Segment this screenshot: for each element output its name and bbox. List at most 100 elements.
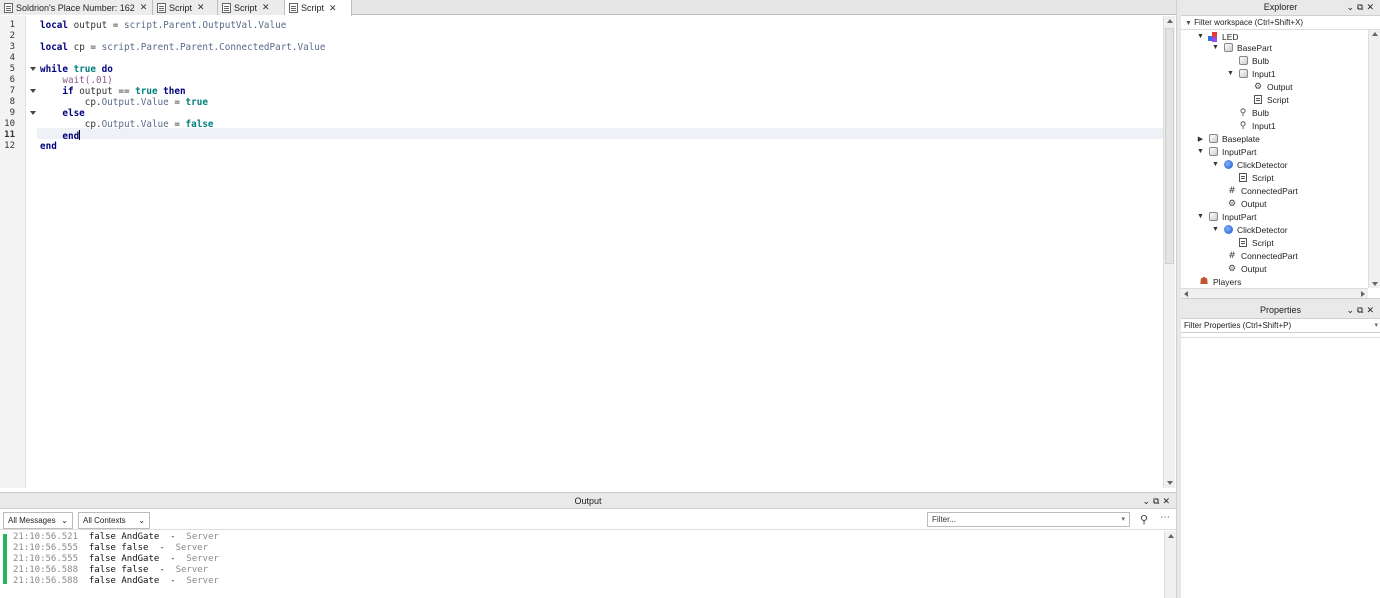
scroll-up-icon[interactable] [1372,32,1378,36]
text-cursor [79,130,81,140]
script-editor[interactable]: 1 2 3 4 5 6 7 8 9 10 11 12 local output … [0,16,1176,488]
filter-placeholder: Filter... [932,515,957,524]
close-icon[interactable]: ✕ [329,3,337,14]
tree-item-baseplate[interactable]: ▶ Baseplate [1197,132,1260,145]
contexts-filter-dropdown[interactable]: All Contexts ⌄ [78,512,150,529]
filter-placeholder: Filter workspace (Ctrl+Shift+X) [1194,18,1304,27]
tab-script-2[interactable]: Script ✕ [218,0,285,15]
close-icon[interactable]: ✕ [262,2,270,13]
close-icon[interactable]: ✕ [1162,496,1173,506]
tree-item-weld-bulb[interactable]: ⚲ Bulb [1238,106,1269,119]
code-line: if output == true then [62,86,186,97]
part-icon [1223,43,1233,53]
explorer-vertical-scrollbar[interactable] [1368,30,1380,288]
tab-script-1[interactable]: Script ✕ [153,0,218,15]
more-options-icon[interactable]: ⋯ [1160,512,1172,526]
line-number-current: 11 [4,130,15,140]
filter-icon: ▼ [1185,20,1192,27]
tree-item-connectedpart[interactable]: # ConnectedPart [1227,184,1297,197]
code-line: local output = script.Parent.OutputVal.V… [40,20,287,31]
part-icon [1238,69,1248,79]
close-icon[interactable]: ✕ [1366,305,1377,315]
tree-item-script[interactable]: Script [1238,171,1274,184]
tree-item-output[interactable]: ⚙ Output [1227,262,1267,275]
expand-arrow-icon[interactable]: ▶ [1197,135,1204,143]
output-toolbar: All Messages ⌄ All Contexts ⌄ Filter... … [0,510,1176,530]
expand-arrow-icon[interactable]: ▼ [1197,33,1204,40]
tree-item-players[interactable]: ☗ Players [1199,275,1242,288]
scroll-up-icon[interactable] [1168,534,1174,538]
close-icon[interactable]: ✕ [1366,2,1377,12]
output-filter-input[interactable]: Filter... ▾ [927,512,1130,527]
tree-item-output[interactable]: ⚙ Output [1227,197,1267,210]
line-number: 4 [9,53,15,63]
line-number: 5 [9,64,15,74]
tab-label: Soldrion's Place Number: 162 [16,2,135,13]
scroll-down-icon[interactable] [1167,481,1173,485]
chevron-down-icon[interactable]: ⌄ [1346,2,1357,12]
properties-list [1181,337,1380,598]
output-vertical-scrollbar[interactable] [1164,531,1176,598]
part-icon [1238,56,1248,66]
explorer-horizontal-scrollbar[interactable] [1181,288,1368,298]
chevron-down-icon[interactable]: ⌄ [1142,496,1153,506]
tab-script-3[interactable]: Script ✕ [285,0,352,16]
tree-item-clickdetector[interactable]: ▼ ClickDetector [1212,223,1288,236]
properties-header: Properties ⌄⧉✕ [1181,302,1380,319]
expand-arrow-icon[interactable]: ▼ [1197,213,1204,220]
tree-item-basepart[interactable]: ▼ BasePart [1212,41,1272,54]
close-icon[interactable]: ✕ [197,2,205,13]
code-line: while true do [40,64,113,75]
code-line: cp.Output.Value = true [40,97,208,108]
close-icon[interactable]: ✕ [140,2,148,13]
part-icon [1208,212,1218,222]
panel-window-controls: ⌄⧉✕ [1346,0,1377,15]
explorer-filter-input[interactable]: ▼ Filter workspace (Ctrl+Shift+X) [1181,16,1380,30]
model-icon [1208,31,1218,42]
properties-filter-input[interactable]: Filter Properties (Ctrl+Shift+P) ▾ [1181,319,1380,333]
scroll-up-icon[interactable] [1167,19,1173,23]
tree-item-script[interactable]: Script [1253,93,1289,106]
expand-arrow-icon[interactable]: ▼ [1212,226,1219,233]
chevron-down-icon[interactable]: ▾ [1374,319,1378,332]
tree-item-connectedpart[interactable]: # ConnectedPart [1227,249,1297,262]
chevron-down-icon: ⌄ [61,516,68,525]
expand-arrow-icon[interactable]: ▼ [1227,70,1234,77]
output-log: 21:10:56.521 false AndGate - Server 21:1… [0,531,1176,598]
editor-vertical-scrollbar[interactable] [1163,16,1175,488]
scroll-down-icon[interactable] [1372,282,1378,286]
tree-item-bulb[interactable]: Bulb [1238,54,1269,67]
tab-place[interactable]: Soldrion's Place Number: 162 ✕ [0,0,153,15]
panel-window-controls: ⌄⧉✕ [1142,493,1173,509]
properties-title: Properties [1259,305,1302,315]
scroll-left-icon[interactable] [1184,291,1188,297]
fold-arrow-icon[interactable] [30,67,36,71]
filter-placeholder: Filter Properties (Ctrl+Shift+P) [1184,321,1292,330]
log-entry: 21:10:56.555 false false - Server [13,543,209,553]
tree-item-output[interactable]: ⚙ Output [1253,80,1293,93]
chevron-down-icon[interactable]: ⌄ [1346,305,1357,315]
chevron-down-icon[interactable]: ▾ [1121,513,1125,526]
scrollbar-thumb[interactable] [1165,28,1174,264]
log-entry: 21:10:56.588 false AndGate - Server [13,576,219,586]
scroll-right-icon[interactable] [1361,291,1365,297]
messages-filter-dropdown[interactable]: All Messages ⌄ [3,512,73,529]
clear-output-broom-icon[interactable]: ⚲ [1138,513,1150,527]
tree-item-input1[interactable]: ▼ Input1 [1227,67,1276,80]
expand-arrow-icon[interactable]: ▼ [1197,148,1204,155]
tree-item-inputpart[interactable]: ▼ InputPart [1197,210,1256,223]
fold-arrow-icon[interactable] [30,89,36,93]
tab-label: Script [301,3,325,13]
explorer-title: Explorer [1263,2,1298,12]
expand-arrow-icon[interactable]: ▼ [1212,161,1219,168]
tree-item-script[interactable]: Script [1238,236,1274,249]
code-line: cp.Output.Value = false [40,119,214,130]
tree-item-inputpart[interactable]: ▼ InputPart [1197,145,1256,158]
explorer-header: Explorer ⌄⧉✕ [1181,0,1380,16]
fold-arrow-icon[interactable] [30,111,36,115]
expand-arrow-icon[interactable]: ▼ [1212,44,1219,51]
tab-label: Script [234,2,258,13]
log-entry: 21:10:56.521 false AndGate - Server [13,532,219,542]
tree-item-clickdetector[interactable]: ▼ ClickDetector [1212,158,1288,171]
tree-item-weld-input1[interactable]: ⚲ Input1 [1238,119,1276,132]
